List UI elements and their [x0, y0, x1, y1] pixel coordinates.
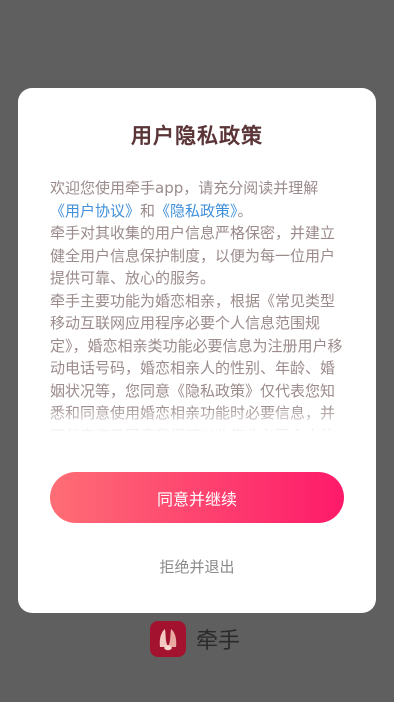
user-agreement-link[interactable]: 《用户协议》	[50, 202, 140, 220]
dialog-title: 用户隐私政策	[131, 124, 263, 148]
intro-end-text: 。	[237, 201, 253, 220]
intro-and-text: 和	[140, 201, 156, 220]
intro-paragraph: 欢迎您使用牵手app，请充分阅读并理解《用户协议》和《隐私政策》。	[50, 177, 346, 222]
content-fade	[50, 406, 346, 432]
intro-text: 欢迎您使用牵手app，请充分阅读并理解	[50, 179, 319, 197]
brand-name: 牵手	[196, 629, 241, 654]
confidentiality-paragraph: 牵手对其收集的用户信息严格保密，并建立健全用户信息保护制度，以便为每一位用户提供…	[50, 224, 336, 287]
brand-footer: 牵手	[150, 621, 240, 657]
policy-content[interactable]: 欢迎您使用牵手app，请充分阅读并理解《用户协议》和《隐私政策》。 牵手对其收集…	[50, 177, 346, 431]
agree-continue-button[interactable]: 同意并继续	[50, 472, 344, 523]
privacy-policy-dialog: 用户隐私政策 欢迎您使用牵手app，请充分阅读并理解《用户协议》和《隐私政策》。…	[18, 88, 376, 613]
holding-hands-logo-icon	[150, 621, 186, 657]
privacy-policy-link[interactable]: 《隐私政策》	[155, 202, 238, 220]
reject-exit-button[interactable]: 拒绝并退出	[18, 556, 376, 577]
